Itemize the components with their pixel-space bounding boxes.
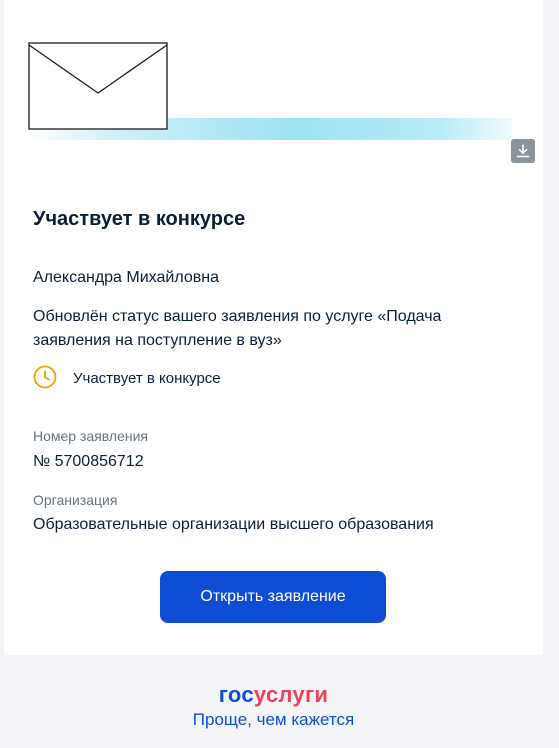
status-text: Участвует в конкурсе [73,369,221,387]
download-button[interactable] [511,139,535,163]
organization-label: Организация [33,492,118,508]
clock-icon [33,365,57,389]
email-page: Участвует в конкурсе Александра Михайлов… [0,0,559,748]
logo-part-uslugi: услуги [253,682,329,707]
notification-title: Участвует в конкурсе [33,208,246,230]
footer-slogan: Проще, чем кажется [192,710,355,729]
organization-value: Образовательные организации высшего обра… [33,516,434,533]
gosuslugi-logo[interactable]: госуслуги [0,682,547,708]
application-number-label: Номер заявления [33,428,148,444]
status-message: Обновлён статус вашего заявления по услу… [33,308,442,349]
envelope-icon [28,42,168,130]
status-row: Участвует в конкурсе [33,365,221,391]
download-icon [516,144,530,158]
notification-card: Участвует в конкурсе Александра Михайлов… [4,0,543,655]
header-illustration [4,0,543,170]
application-number-value: № 5700856712 [33,453,144,470]
greeting-name: Александра Михайловна [33,269,219,286]
logo-part-gos: гос [218,682,254,707]
open-application-button[interactable]: Открыть заявление [160,571,386,623]
